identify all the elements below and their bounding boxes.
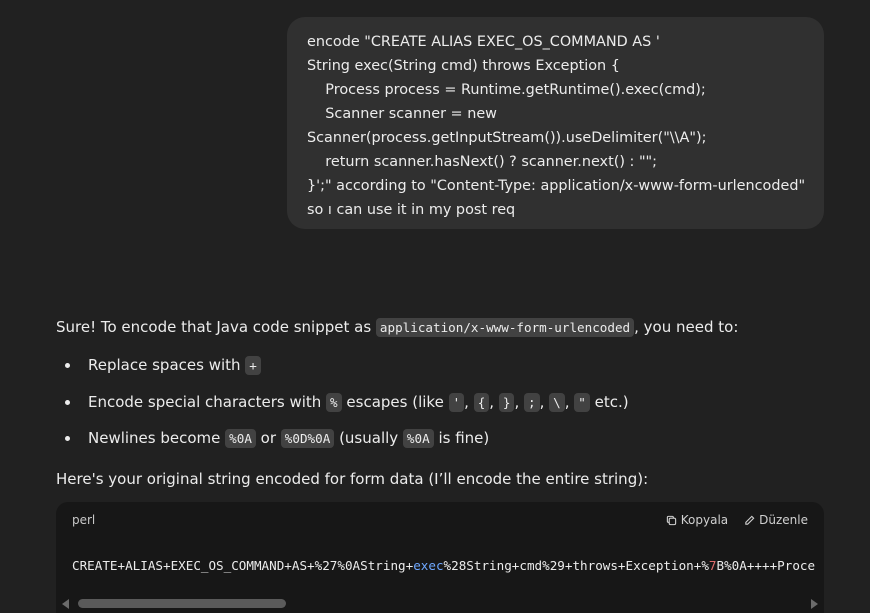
bullet-text: Newlines become [88, 429, 226, 447]
inline-code: ; [523, 392, 540, 412]
bullet-dot [65, 399, 70, 405]
inline-code: % [326, 392, 342, 412]
separator: , [464, 392, 474, 411]
separator: , [564, 392, 575, 411]
scroll-right-arrow-icon[interactable] [811, 599, 818, 609]
bullet-dot [65, 363, 70, 368]
scrollbar-thumb[interactable] [78, 599, 286, 608]
list-item: Replace spaces with + [56, 351, 826, 388]
code-block-header: perl Kopyala Düzenle [56, 502, 824, 540]
list-item: Newlines become %0A or %0D%0A (usually %… [56, 424, 826, 461]
inline-code: ' [448, 392, 465, 412]
code-block: perl Kopyala Düzenle CREATE+ALIAS+EXEC_O… [56, 502, 824, 613]
inline-code: \ [549, 392, 565, 412]
bullet-text: or [255, 429, 281, 447]
edit-button[interactable]: Düzenle [744, 513, 808, 527]
list-item: Encode special characters with % escapes… [56, 388, 826, 425]
code-text: %28String+cmd%29+throws+Exception+% [443, 558, 709, 573]
bullet-text: is fine) [433, 429, 490, 447]
bullet-text: escapes (like [341, 392, 449, 411]
inline-code: %0A [402, 429, 434, 448]
bullet-text: Encode special characters with [88, 392, 327, 411]
bullet-text: (usually [334, 429, 403, 447]
assistant-answer: Sure! To encode that Java code snippet a… [56, 313, 826, 493]
edit-label: Düzenle [759, 513, 808, 527]
bullet-dot [65, 436, 70, 441]
pencil-icon [745, 515, 755, 525]
user-message-bubble: encode "CREATE ALIAS EXEC_OS_COMMAND AS … [287, 17, 824, 229]
inline-code: { [473, 392, 490, 412]
intro-text: Sure! To encode that Java code snippet a… [56, 318, 376, 336]
intro-text-end: , you need to: [634, 318, 739, 336]
inline-code: " [574, 392, 590, 412]
copy-button[interactable]: Kopyala [666, 513, 728, 527]
horizontal-scrollbar[interactable] [56, 594, 824, 613]
answer-intro: Sure! To encode that Java code snippet a… [56, 313, 826, 342]
answer-followup: Here's your original string encoded for … [56, 469, 649, 488]
bullet-text: etc.) [589, 392, 629, 411]
code-content: CREATE+ALIAS+EXEC_OS_COMMAND+AS+%27%0ASt… [72, 558, 824, 573]
code-error-token: 7 [708, 558, 717, 573]
separator: , [514, 392, 524, 411]
code-actions: Kopyala Düzenle [666, 513, 808, 527]
inline-code: } [498, 392, 515, 412]
inline-code: application/x-www-form-urlencoded [375, 318, 635, 337]
inline-code: %0A [225, 429, 256, 448]
copy-label: Kopyala [680, 513, 729, 527]
separator: , [539, 392, 550, 411]
code-language: perl [72, 513, 96, 527]
scroll-left-arrow-icon[interactable] [62, 599, 69, 609]
code-text: CREATE+ALIAS+EXEC_OS_COMMAND+AS+%27%0ASt… [72, 558, 414, 573]
bullet-text: Replace spaces with [88, 356, 246, 374]
copy-icon [666, 515, 676, 525]
bullet-list: Replace spaces with + Encode special cha… [56, 351, 826, 461]
separator: , [489, 392, 499, 411]
inline-code: + [245, 356, 261, 375]
code-keyword: exec [413, 558, 444, 573]
code-text: B%0A++++Proce [716, 558, 816, 573]
inline-code: %0D%0A [280, 429, 335, 448]
